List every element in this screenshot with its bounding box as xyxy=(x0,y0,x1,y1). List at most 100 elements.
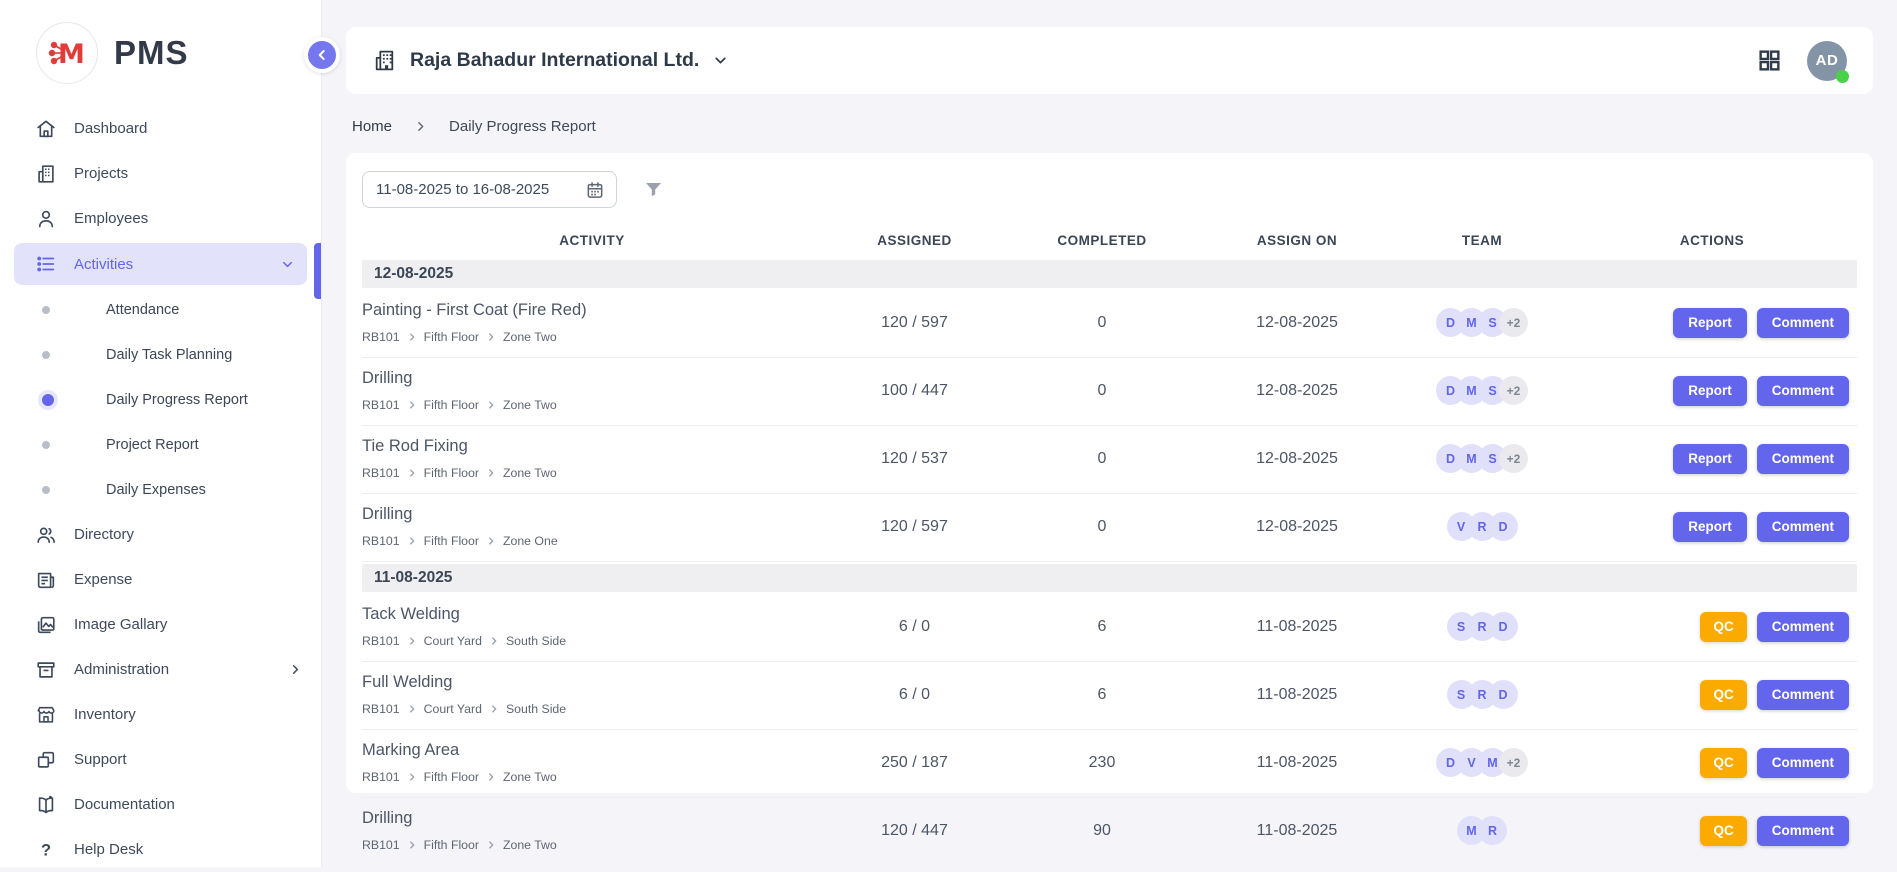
sidebar-collapse-button[interactable] xyxy=(304,37,340,73)
qc-button[interactable]: QC xyxy=(1700,748,1746,778)
completed-value: 230 xyxy=(1007,754,1197,772)
report-button[interactable]: Report xyxy=(1673,444,1747,474)
sidebar-item-help-desk[interactable]: ? Help Desk xyxy=(0,827,321,872)
team-extra-count: +2 xyxy=(1499,748,1528,777)
report-button[interactable]: Report xyxy=(1673,376,1747,406)
path-segment: RB101 xyxy=(362,466,400,480)
comment-button[interactable]: Comment xyxy=(1757,612,1849,642)
table-row: Drilling RB101Fifth FloorZone Two 120 / … xyxy=(362,798,1857,865)
path-chevron-icon xyxy=(486,840,496,850)
comment-button[interactable]: Comment xyxy=(1757,748,1849,778)
col-team: TEAM xyxy=(1397,233,1567,248)
breadcrumb-current: Daily Progress Report xyxy=(449,118,596,135)
path-chevron-icon xyxy=(407,772,417,782)
filter-button[interactable] xyxy=(643,179,664,200)
user-avatar[interactable]: AD xyxy=(1807,41,1847,81)
path-segment: South Side xyxy=(506,702,566,716)
apps-grid-button[interactable] xyxy=(1755,47,1783,75)
path-segment: Zone One xyxy=(503,534,558,548)
assign-on-date: 11-08-2025 xyxy=(1197,754,1397,772)
comment-button[interactable]: Comment xyxy=(1757,376,1849,406)
sidebar-subitem-daily-progress-report[interactable]: Daily Progress Report xyxy=(0,377,321,422)
row-actions: QC Comment xyxy=(1567,816,1857,846)
date-range-input[interactable] xyxy=(376,181,576,198)
grid-icon xyxy=(1757,48,1782,73)
sidebar-item-support[interactable]: Support xyxy=(0,737,321,782)
sidebar-item-documentation[interactable]: Documentation xyxy=(0,782,321,827)
sidebar-item-activities[interactable]: Activities xyxy=(14,243,307,285)
svg-text:M: M xyxy=(58,39,85,70)
sidebar-nav: Dashboard Projects Employees Activities … xyxy=(0,104,321,872)
report-button[interactable]: Report xyxy=(1673,308,1747,338)
sidebar-subitem-project-report[interactable]: Project Report xyxy=(0,422,321,467)
activity-name: Full Welding xyxy=(362,673,806,692)
path-segment: RB101 xyxy=(362,534,400,548)
team-avatars: DVM+2 xyxy=(1397,748,1567,777)
sidebar-item-administration[interactable]: Administration xyxy=(0,647,321,692)
administration-icon xyxy=(34,658,58,682)
activity-path: RB101Fifth FloorZone Two xyxy=(362,838,806,852)
bullet-dot-icon xyxy=(42,351,50,359)
table-row: Tie Rod Fixing RB101Fifth FloorZone Two … xyxy=(362,426,1857,494)
sidebar-subitem-daily-expenses[interactable]: Daily Expenses xyxy=(0,467,321,512)
activity-path: RB101Fifth FloorZone Two xyxy=(362,466,806,480)
activity-name: Drilling xyxy=(362,369,806,388)
sidebar-item-employees[interactable]: Employees xyxy=(0,196,321,241)
sidebar-item-inventory[interactable]: Inventory xyxy=(0,692,321,737)
sidebar-item-directory[interactable]: Directory xyxy=(0,512,321,557)
qc-button[interactable]: QC xyxy=(1700,816,1746,846)
team-avatars: DMS+2 xyxy=(1397,376,1567,405)
bullet-dot-icon xyxy=(42,486,50,494)
table-row: Tack Welding RB101Court YardSouth Side 6… xyxy=(362,594,1857,662)
sidebar-item-image-gallary[interactable]: Image Gallary xyxy=(0,602,321,647)
assign-on-date: 12-08-2025 xyxy=(1197,314,1397,332)
company-selector[interactable]: Raja Bahadur International Ltd. xyxy=(372,48,729,73)
col-assign-on: ASSIGN ON xyxy=(1197,233,1397,248)
team-avatars: SRD xyxy=(1397,612,1567,641)
assigned-value: 120 / 537 xyxy=(822,450,1007,468)
assign-on-date: 11-08-2025 xyxy=(1197,686,1397,704)
active-section-indicator xyxy=(314,243,321,299)
path-segment: RB101 xyxy=(362,770,400,784)
bullet-dot-icon xyxy=(42,306,50,314)
sidebar-item-dashboard[interactable]: Dashboard xyxy=(0,106,321,151)
completed-value: 90 xyxy=(1007,822,1197,840)
table-row: Painting - First Coat (Fire Red) RB101Fi… xyxy=(362,290,1857,358)
activities-icon xyxy=(34,252,58,276)
building-icon xyxy=(372,48,397,73)
date-range-field[interactable] xyxy=(362,171,617,208)
bullet-dot-icon xyxy=(42,441,50,449)
comment-button[interactable]: Comment xyxy=(1757,512,1849,542)
comment-button[interactable]: Comment xyxy=(1757,308,1849,338)
table-row: Drilling RB101Fifth FloorZone One 120 / … xyxy=(362,494,1857,562)
qc-button[interactable]: QC xyxy=(1700,680,1746,710)
comment-button[interactable]: Comment xyxy=(1757,444,1849,474)
qc-button[interactable]: QC xyxy=(1700,612,1746,642)
app-name: PMS xyxy=(114,34,189,72)
path-segment: RB101 xyxy=(362,398,400,412)
path-chevron-icon xyxy=(486,772,496,782)
sidebar: M PMS Dashboard Projects Employees Activ… xyxy=(0,0,322,867)
sidebar-item-expense[interactable]: Expense xyxy=(0,557,321,602)
col-completed: COMPLETED xyxy=(1007,233,1197,248)
report-button[interactable]: Report xyxy=(1673,512,1747,542)
comment-button[interactable]: Comment xyxy=(1757,816,1849,846)
chevron-right-icon xyxy=(288,662,303,677)
sidebar-subitem-daily-task-planning[interactable]: Daily Task Planning xyxy=(0,332,321,377)
assigned-value: 120 / 597 xyxy=(822,518,1007,536)
path-segment: Court Yard xyxy=(424,634,482,648)
activity-path: RB101Court YardSouth Side xyxy=(362,702,806,716)
path-segment: Fifth Floor xyxy=(424,770,479,784)
projects-icon xyxy=(34,162,58,186)
breadcrumb-home[interactable]: Home xyxy=(352,118,392,135)
sidebar-subitem-attendance[interactable]: Attendance xyxy=(0,287,321,332)
path-segment: Fifth Floor xyxy=(424,398,479,412)
table-header-row: ACTIVITY ASSIGNED COMPLETED ASSIGN ON TE… xyxy=(362,222,1857,258)
expense-icon xyxy=(34,568,58,592)
table-row: Marking Area RB101Fifth FloorZone Two 25… xyxy=(362,730,1857,798)
sidebar-item-projects[interactable]: Projects xyxy=(0,151,321,196)
calendar-icon[interactable] xyxy=(585,180,605,200)
activity-name: Drilling xyxy=(362,505,806,524)
activity-path: RB101Court YardSouth Side xyxy=(362,634,806,648)
comment-button[interactable]: Comment xyxy=(1757,680,1849,710)
